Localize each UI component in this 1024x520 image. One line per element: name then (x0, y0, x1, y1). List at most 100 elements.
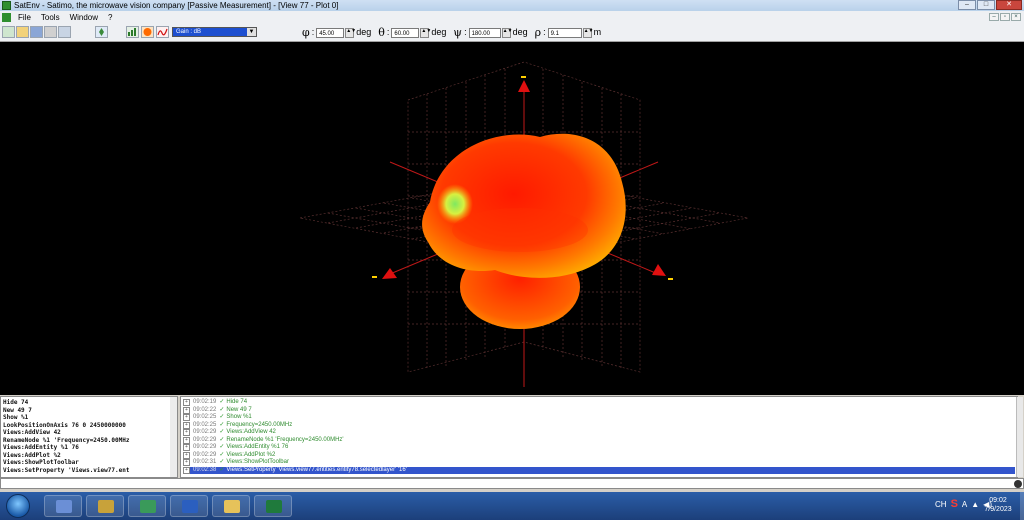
document-icon[interactable] (2, 13, 11, 22)
history-line[interactable]: LookPositionOnAxis 76 0 2450000000 (3, 422, 175, 430)
rotate-glyph (99, 28, 104, 36)
gain-select[interactable]: Gain : dB ▼ (172, 27, 257, 37)
expand-icon[interactable]: + (183, 451, 190, 459)
expand-icon[interactable]: + (183, 406, 190, 414)
log-time: 09:02:25 (193, 421, 217, 428)
taskbar-app-explorer[interactable] (212, 495, 250, 517)
log-row-selected[interactable]: +09:02:38 ✓ Views:SetProperty 'Views.view7… (183, 466, 1015, 474)
history-scrollbar[interactable] (170, 397, 177, 477)
execution-log[interactable]: +09:02:19 ✓ Hide 74 +09:02:22 ✓ New 49 7 +09… (180, 396, 1018, 478)
show-desktop-button[interactable] (1020, 492, 1024, 520)
log-row[interactable]: +09:02:19 ✓ Hide 74 (183, 399, 1015, 407)
phi-symbol: φ (302, 26, 310, 39)
taskbar-app-satenv[interactable] (44, 495, 82, 517)
expand-icon[interactable]: + (183, 429, 190, 437)
chart-icon[interactable] (126, 26, 139, 38)
taskbar-app-monitor[interactable] (128, 495, 166, 517)
log-row[interactable]: +09:02:22 ✓ New 49 7 (183, 407, 1015, 415)
psi-spinner[interactable]: ▲▼ (501, 27, 512, 38)
phi-spinner[interactable]: ▲▼ (345, 27, 356, 38)
execute-icon[interactable] (1014, 480, 1022, 488)
taskbar-app-satimo[interactable] (86, 495, 124, 517)
mdi-child-controls: – ▫ × (989, 13, 1021, 21)
log-row[interactable]: +09:02:31 ✓ Views:ShowPlotToolbar (183, 459, 1015, 467)
rotate-icon[interactable] (95, 26, 108, 38)
input-method-icon[interactable]: S (951, 498, 958, 510)
observation-params: φ: 45.00 ▲▼ deg θ: 60.00 ▲▼ deg ψ: 180.0… (302, 26, 608, 39)
log-row[interactable]: +09:02:25 ✓ Frequency=2450.00MHz (183, 422, 1015, 430)
maximize-button[interactable]: □ (977, 0, 995, 10)
expand-icon[interactable]: + (183, 414, 190, 422)
clock[interactable]: 09:02 7/9/2023 (978, 496, 1018, 514)
log-text: Views:AddEntity %1 76 (226, 444, 289, 450)
window-controls: – □ ✕ (958, 0, 1022, 10)
curve-icon[interactable] (156, 26, 169, 38)
3d-plot-viewport[interactable] (0, 42, 1024, 395)
plot-toolbar: Gain : dB ▼ φ: 45.00 ▲▼ deg θ: 60.00 ▲▼ … (0, 24, 1024, 42)
log-text: Views:AddPlot %2 (226, 451, 276, 458)
rho-spinner[interactable]: ▲▼ (582, 27, 594, 38)
command-input[interactable] (0, 478, 1024, 489)
history-line[interactable]: Views:AddEntity %1 76 (3, 444, 175, 452)
taskbar-app-excel[interactable] (254, 495, 292, 517)
child-restore-button[interactable]: ▫ (1000, 13, 1010, 21)
satimo-icon (98, 500, 114, 513)
language-indicator[interactable]: CH (935, 500, 947, 509)
history-line[interactable]: Hide 74 (3, 399, 175, 407)
phi-input[interactable]: 45.00 (316, 27, 345, 38)
print-icon[interactable] (44, 26, 57, 38)
log-row[interactable]: +09:02:25 ✓ Show %1 (183, 414, 1015, 422)
open-icon[interactable] (16, 26, 29, 38)
psi-input[interactable]: 180.00 (468, 27, 501, 38)
expand-icon[interactable]: + (183, 459, 190, 467)
history-line[interactable]: Views:ShowPlotToolbar (3, 459, 175, 467)
check-icon: ✓ (219, 444, 225, 450)
chart-glyph (128, 28, 136, 36)
expand-icon[interactable]: + (183, 421, 190, 429)
pattern-icon[interactable] (141, 26, 154, 38)
command-history[interactable]: Hide 74 New 49 7 Show %1 LookPositionOnA… (0, 396, 178, 478)
history-line[interactable]: Views:SetProperty 'Views.view77.ent (3, 467, 175, 475)
ime-mode[interactable]: A (962, 500, 967, 509)
save-icon[interactable] (30, 26, 43, 38)
chevron-down-icon[interactable]: ▼ (247, 28, 256, 36)
history-line[interactable]: New 49 7 (3, 407, 175, 415)
expand-icon[interactable]: + (183, 444, 190, 452)
log-text: Frequency=2450.00MHz (226, 421, 293, 428)
export-icon[interactable] (58, 26, 71, 38)
log-row[interactable]: +09:02:29 ✓ Views:AddView 42 (183, 429, 1015, 437)
expand-icon[interactable]: + (183, 399, 190, 407)
menu-tools[interactable]: Tools (41, 11, 60, 24)
new-icon[interactable] (2, 26, 15, 38)
history-line[interactable]: Views:AddView 42 (3, 429, 175, 437)
history-line[interactable]: RenameNode %1 'Frequency=2450.00MHz (3, 437, 175, 445)
menu-file[interactable]: File (18, 11, 31, 24)
close-button[interactable]: ✕ (996, 0, 1022, 10)
taskbar-app-word[interactable] (170, 495, 208, 517)
log-time: 09:02:31 (193, 459, 217, 465)
minimize-button[interactable]: – (958, 0, 976, 10)
psi-unit: deg (512, 27, 528, 37)
radiation-pattern-3d (299, 61, 749, 387)
rho-input[interactable]: 9.1 (547, 27, 582, 38)
history-line[interactable]: Views:AddPlot %2 (3, 452, 175, 460)
start-button[interactable] (6, 494, 30, 518)
log-row[interactable]: +09:02:29 ✓ RenameNode %1 'Frequency=2450.… (183, 437, 1015, 445)
menu-help[interactable]: ? (108, 11, 112, 24)
log-text: Views:ShowPlotToolbar (226, 459, 289, 465)
expand-icon[interactable]: + (183, 466, 190, 474)
gain-select-value: Gain : dB (176, 29, 202, 35)
child-minimize-button[interactable]: – (989, 13, 999, 21)
menu-window[interactable]: Window (70, 11, 98, 24)
theta-input[interactable]: 60.00 (391, 27, 420, 38)
log-row[interactable]: +09:02:29 ✓ Views:AddPlot %2 (183, 452, 1015, 460)
log-row[interactable]: +09:02:29 ✓ Views:AddEntity %1 76 (183, 444, 1015, 452)
theta-spinner[interactable]: ▲▼ (420, 27, 431, 38)
check-icon: ✓ (219, 414, 225, 420)
log-scrollbar[interactable] (1016, 397, 1023, 477)
expand-icon[interactable]: + (183, 436, 190, 444)
radiation-pattern-lobes (422, 133, 626, 329)
history-line[interactable]: Show %1 (3, 414, 175, 422)
child-close-button[interactable]: × (1011, 13, 1021, 21)
word-icon (182, 500, 198, 513)
